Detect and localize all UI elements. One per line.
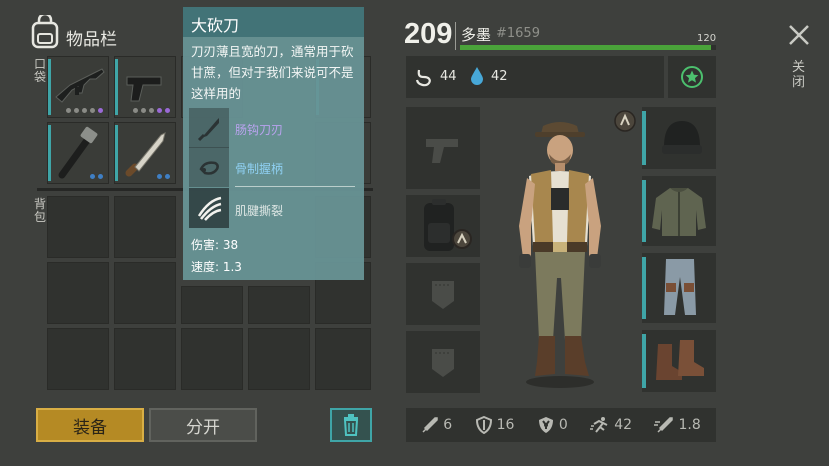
pistol-placeholder-icon xyxy=(426,139,458,163)
backpack-slot[interactable] xyxy=(181,328,243,390)
xp-max-value: 120 xyxy=(697,33,717,44)
thirst-value: 42 xyxy=(491,69,508,84)
backpack-icon xyxy=(30,12,60,49)
backpack-slot[interactable] xyxy=(47,328,109,390)
speed-value-stat: 42 xyxy=(614,417,633,433)
star-badge-icon xyxy=(681,66,703,88)
backpack-slot[interactable] xyxy=(47,196,109,258)
character-badge-icon xyxy=(614,110,636,132)
claw-slash-icon xyxy=(197,196,222,221)
legs-slot[interactable] xyxy=(642,253,716,323)
backpack-slot[interactable] xyxy=(114,328,176,390)
inventory-slot-pistol[interactable] xyxy=(114,56,176,118)
backpack-slot[interactable] xyxy=(248,286,310,324)
jacket-icon xyxy=(652,188,706,236)
rarity-bar xyxy=(115,125,118,181)
sword-icon xyxy=(422,417,438,433)
close-label: 关闭 xyxy=(792,60,806,90)
feet-slot[interactable] xyxy=(642,330,716,392)
inventory-title: 物品栏 xyxy=(66,30,117,50)
defense-stat: 16 xyxy=(475,416,515,434)
rarity-bar xyxy=(642,180,646,242)
beanie-icon xyxy=(662,121,702,154)
character-model xyxy=(505,118,615,390)
inventory-slot-assault-rifle[interactable] xyxy=(47,56,109,118)
attack-stat: 6 xyxy=(421,416,452,434)
perk-label-1: 肠钩刀刃 xyxy=(235,123,284,137)
attack-speed-stat: 1.8 xyxy=(654,416,701,434)
player-id: #1659 xyxy=(496,26,540,41)
pocket-equip-slot[interactable] xyxy=(406,331,480,393)
speed-stat: 42 xyxy=(590,416,632,434)
speed-value: 速度: 1.3 xyxy=(191,260,242,274)
backpack-slot[interactable] xyxy=(47,262,109,324)
perk-icon-slot xyxy=(189,147,229,187)
pocket-placeholder-icon xyxy=(432,349,454,377)
backpack-label: 背包 xyxy=(34,197,47,224)
close-icon xyxy=(789,25,809,45)
rarity-bar xyxy=(642,257,646,319)
damage-value: 伤害: 38 xyxy=(191,238,239,252)
water-drop-icon xyxy=(469,66,485,90)
perk-divider xyxy=(235,186,355,187)
equip-button[interactable]: 装备 xyxy=(36,408,144,442)
perk-star-button[interactable] xyxy=(668,56,716,98)
hook-blade-icon xyxy=(197,118,219,142)
radiation-shield-icon xyxy=(538,417,553,433)
perk-label-3: 肌腱撕裂 xyxy=(235,204,284,218)
tooltip-title: 大砍刀 xyxy=(191,16,240,35)
backpack-slot[interactable] xyxy=(315,328,371,390)
rarity-bar xyxy=(48,125,51,181)
shield-icon xyxy=(475,416,492,434)
inventory-slot-machete[interactable] xyxy=(114,122,176,184)
rarity-bar xyxy=(642,334,646,388)
backpack-slot[interactable] xyxy=(114,262,176,324)
fast-sword-icon xyxy=(654,417,674,433)
trash-icon xyxy=(343,414,359,436)
rarity-bar xyxy=(642,111,646,165)
perk-label-2: 骨制握柄 xyxy=(235,162,284,176)
head-slot[interactable] xyxy=(642,107,716,169)
running-icon xyxy=(590,417,608,433)
defense-value: 16 xyxy=(496,417,515,433)
attack-speed-value: 1.8 xyxy=(678,417,701,433)
xp-bar-track xyxy=(460,45,716,50)
player-name: 多墨 xyxy=(461,26,492,44)
chest-slot[interactable] xyxy=(642,176,716,246)
radiation-stat: 0 xyxy=(537,416,568,434)
close-button[interactable]: 关闭 xyxy=(780,20,818,100)
bone-handle-icon xyxy=(199,161,219,175)
stomach-icon xyxy=(414,67,434,91)
hunger-value: 44 xyxy=(440,69,457,84)
inventory-slot-pipe-wrench[interactable] xyxy=(47,122,109,184)
boots-icon xyxy=(656,340,704,380)
attack-value: 6 xyxy=(443,417,453,433)
pocket-label: 口袋 xyxy=(34,57,47,84)
xp-bar-fill xyxy=(460,45,711,50)
perk-icon-slot xyxy=(189,108,229,148)
player-level: 209 xyxy=(404,18,453,50)
weapon-slot[interactable] xyxy=(406,107,480,189)
stats-bar: 6 16 0 42 1.8 xyxy=(406,408,716,442)
radiation-value: 0 xyxy=(558,417,568,433)
backpack-equip-slot[interactable] xyxy=(406,195,480,257)
tooltip-description: 刀刃薄且宽的刀，通常用于砍甘蔗，但对于我们来说可不是这样用的 xyxy=(191,44,354,101)
tactical-backpack-icon xyxy=(424,199,472,251)
backpack-slot[interactable] xyxy=(114,196,176,258)
pocket-equip-slot[interactable] xyxy=(406,263,480,325)
item-tooltip: 大砍刀 刀刃薄且宽的刀，通常用于砍甘蔗，但对于我们来说可不是这样用的 肠钩刀刃 … xyxy=(183,7,364,280)
perk-icon-slot xyxy=(189,188,229,228)
backpack-slot[interactable] xyxy=(181,286,243,324)
rarity-bar xyxy=(48,59,51,115)
split-button[interactable]: 分开 xyxy=(149,408,257,442)
pocket-placeholder-icon xyxy=(432,281,454,309)
level-divider xyxy=(455,22,456,50)
rarity-bar xyxy=(115,59,118,115)
backpack-slot[interactable] xyxy=(248,328,310,390)
pants-icon xyxy=(664,259,696,315)
delete-button[interactable] xyxy=(330,408,372,442)
